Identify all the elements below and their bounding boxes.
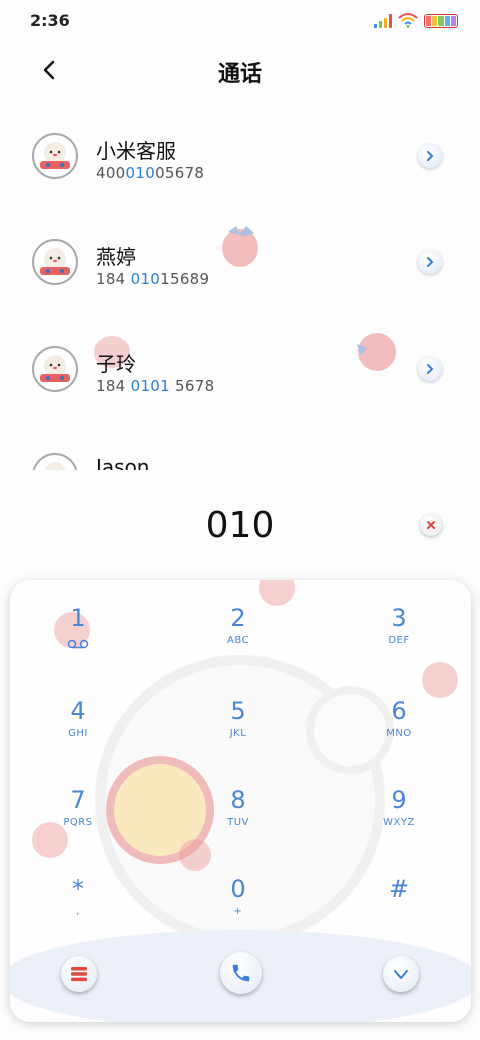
contact-detail-button[interactable] (418, 357, 442, 381)
contact-number: 184 0101 5678 (96, 377, 215, 395)
avatar (32, 239, 78, 285)
contact-detail-button[interactable] (418, 144, 442, 168)
chevron-right-icon (427, 257, 434, 267)
avatar (32, 346, 78, 392)
contact-item[interactable]: Jason (0, 420, 480, 470)
signal-icon (374, 14, 392, 28)
call-button[interactable] (220, 952, 262, 994)
contact-list[interactable]: 小米客服 40001005678 燕婷 184 01015689 子玲 184 … (0, 100, 480, 470)
key-4[interactable]: 4 GHI (10, 695, 153, 779)
contact-number: 40001005678 (96, 164, 205, 182)
key-7[interactable]: 7 PQRS (10, 784, 153, 868)
contact-detail-button[interactable] (418, 250, 442, 274)
key-1[interactable]: 1 (10, 602, 153, 686)
key-9[interactable]: 9 WXYZ (324, 784, 471, 868)
wifi-icon (398, 13, 418, 28)
key-6[interactable]: 6 MNO (324, 695, 471, 779)
keypad-panel: 1 2 ABC 3 DEF 4 GHI 5 JKL 6 MNO 7 PQRS 8… (10, 580, 471, 1022)
close-icon (427, 521, 435, 529)
key-3[interactable]: 3 DEF (324, 602, 471, 686)
key-8[interactable]: 8 TUV (163, 784, 313, 868)
battery-icon (424, 14, 458, 28)
contact-name: 小米客服 (96, 139, 176, 163)
contact-item[interactable]: 小米客服 40001005678 (0, 100, 480, 200)
key-2[interactable]: 2 ABC (163, 602, 313, 686)
page-title: 通话 (217, 62, 262, 87)
clear-button[interactable] (420, 514, 442, 536)
status-bar: 2:36 (0, 0, 480, 40)
key-5[interactable]: 5 JKL (163, 695, 313, 779)
menu-button[interactable] (61, 956, 97, 992)
key-hash[interactable]: # (324, 873, 471, 957)
chevron-right-icon (427, 364, 434, 374)
key-0[interactable]: 0 + (163, 873, 313, 957)
status-time: 2:36 (30, 11, 70, 30)
dial-input[interactable]: 010 (0, 505, 480, 546)
phone-icon (232, 964, 250, 982)
key-star[interactable]: * , (10, 873, 153, 957)
contact-number: 184 01015689 (96, 270, 210, 288)
voicemail-icon (67, 639, 89, 649)
header: 通话 (0, 40, 480, 100)
chevron-down-icon (394, 970, 408, 979)
contact-name: 燕婷 (96, 245, 136, 269)
status-icons (374, 12, 458, 28)
menu-icon (71, 967, 87, 982)
contact-name: Jason (96, 455, 150, 470)
avatar (32, 453, 78, 470)
contact-item[interactable]: 子玲 184 0101 5678 (0, 313, 480, 413)
chevron-right-icon (427, 151, 434, 161)
contact-name: 子玲 (96, 352, 136, 376)
collapse-keypad-button[interactable] (383, 956, 419, 992)
contact-item[interactable]: 燕婷 184 01015689 (0, 206, 480, 306)
avatar (32, 133, 78, 179)
